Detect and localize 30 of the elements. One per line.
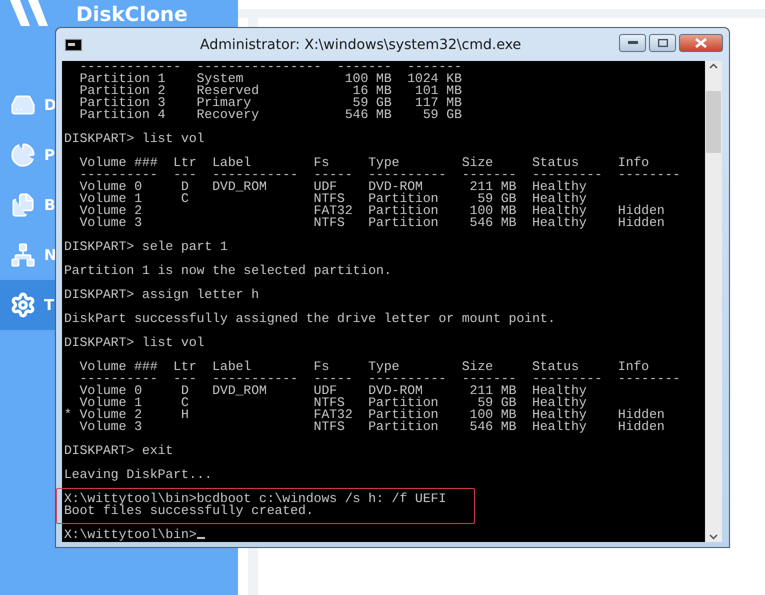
console-line: Volume 0 D DVD_ROM UDF DVD-ROM 211 MB Healthy bbox=[78, 181, 588, 193]
app-name: DiskClone bbox=[76, 2, 188, 26]
console-line: Volume 2 FAT32 Partition 100 MB Healthy Hidden bbox=[78, 205, 666, 217]
console-line: Boot files successfully created. bbox=[64, 505, 315, 517]
console-line: DISKPART> list vol bbox=[64, 133, 206, 145]
console-line: Partition 2 Reserved 16 MB 101 MB bbox=[78, 85, 463, 97]
console-line: Volume ### Ltr Label Fs Type Size Status Info bbox=[78, 157, 650, 169]
console-line: Partition 4 Recovery 546 MB 59 GB bbox=[78, 109, 463, 121]
console-line: ---------- --- ----------- ----- ---------- ------- --------- -------- bbox=[78, 373, 682, 385]
console-line: Partition 1 System 100 MB 1024 KB bbox=[78, 73, 463, 85]
console-line: X:\wittytool\bin> bbox=[64, 529, 705, 541]
console-line: Volume 3 NTFS Partition 546 MB Healthy Hidden bbox=[78, 421, 666, 433]
console-line: Leaving DiskPart... bbox=[64, 469, 214, 481]
console-line: Partition 3 Primary 59 GB 117 MB bbox=[78, 97, 463, 109]
console-line: Partition 1 is now the selected partition. bbox=[64, 265, 393, 277]
console-line: ------------- ---------------- ------- ------- bbox=[78, 61, 463, 73]
console-line: ---------- --- ----------- ----- ---------- ------- --------- -------- bbox=[78, 169, 682, 181]
console-line: * Volume 2 H FAT32 Partition 100 MB Healthy Hidden bbox=[64, 409, 666, 421]
console-line: Volume 1 C NTFS Partition 59 GB Healthy bbox=[78, 397, 588, 409]
console-line: Volume ### Ltr Label Fs Type Size Status Info bbox=[78, 361, 650, 373]
console-line: Volume 1 C NTFS Partition 59 GB Healthy bbox=[78, 193, 588, 205]
console-line: DISKPART> assign letter h bbox=[64, 289, 260, 301]
console-line: DISKPART> exit bbox=[64, 445, 174, 457]
window-title: Administrator: X:\windows\system32\cmd.exe bbox=[200, 36, 522, 52]
console-line: Volume 0 D DVD_ROM UDF DVD-ROM 211 MB Healthy bbox=[78, 385, 588, 397]
console-line: DiskPart successfully assigned the drive letter or mount point. bbox=[64, 313, 556, 325]
console-line: Volume 3 NTFS Partition 546 MB Healthy Hidden bbox=[78, 217, 666, 229]
console-line: DISKPART> sele part 1 bbox=[64, 241, 229, 253]
console-line: DISKPART> list vol bbox=[64, 337, 206, 349]
console-line: X:\wittytool\bin>bcdboot c:\windows /s h: /f UEFI bbox=[64, 493, 448, 505]
